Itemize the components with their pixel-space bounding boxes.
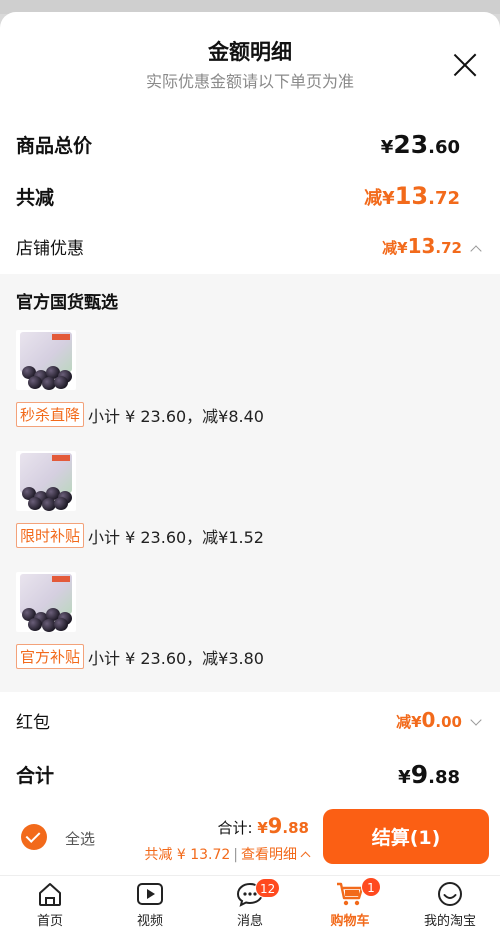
- goods-total-label: 商品总价: [16, 134, 93, 157]
- bar-discount[interactable]: 共减 ¥ 13.72 | 查看明细: [144, 844, 311, 864]
- total-row: 合计 ¥9.88: [0, 754, 500, 794]
- home-icon: [39, 883, 61, 906]
- total-discount-row: 共减 减¥13.72: [0, 176, 500, 216]
- list-item: 限时补贴 小计 ¥ 23.60，减¥1.52: [16, 451, 486, 548]
- tab-messages[interactable]: 12 消息: [200, 876, 300, 932]
- video-icon: [137, 883, 163, 905]
- product-thumbnail: [16, 330, 76, 390]
- total-label: 合计: [16, 764, 55, 787]
- promo-badge: 限时补贴: [16, 523, 85, 548]
- tab-label: 首页: [36, 914, 63, 929]
- tab-cart[interactable]: 1 购物车: [300, 876, 400, 932]
- tab-profile[interactable]: 我的淘宝: [400, 876, 500, 932]
- item-subtotal: 小计 ¥ 23.60，减¥8.40: [88, 406, 264, 426]
- tab-video[interactable]: 视频: [100, 876, 200, 932]
- cart-count-badge: 1: [361, 877, 381, 897]
- view-detail-link[interactable]: 查看明细: [241, 847, 297, 863]
- profile-icon: [438, 882, 462, 906]
- chevron-up-icon: [300, 851, 311, 862]
- checkout-button[interactable]: 结算(1): [323, 809, 489, 864]
- list-item: 官方补贴 小计 ¥ 23.60，减¥3.80: [16, 572, 486, 669]
- total-discount-label: 共减: [16, 186, 55, 209]
- total-discount-value: 减¥13.72: [364, 182, 460, 210]
- tab-label: 视频: [136, 914, 163, 929]
- sheet-title: 金额明细: [208, 40, 292, 64]
- item-subtotal: 小计 ¥ 23.60，减¥1.52: [88, 527, 264, 547]
- tab-label: 购物车: [330, 914, 370, 929]
- promo-badge: 秒杀直降: [16, 402, 85, 427]
- cart-icon: [337, 882, 364, 906]
- bottom-tab-bar: 首页 视频 12 消息 1 购物车 我的淘宝: [0, 875, 500, 932]
- chevron-down-icon: [470, 714, 482, 726]
- goods-total-value: ¥23.60: [380, 129, 460, 159]
- amount-detail-sheet: 金额明细 实际优惠金额请以下单页为准 商品总价 ¥23.60 共减 减¥13.7…: [0, 12, 500, 810]
- product-thumbnail: [16, 451, 76, 511]
- bar-total: 合计: ¥9.88: [217, 814, 309, 838]
- promo-badge: 官方补贴: [16, 644, 85, 669]
- store-discount-value: 减¥13.72: [382, 234, 484, 258]
- tab-label: 消息: [236, 914, 263, 929]
- select-all-checkbox[interactable]: [21, 824, 47, 850]
- store-discount-row[interactable]: 店铺优惠 减¥13.72: [0, 230, 500, 262]
- product-thumbnail: [16, 572, 76, 632]
- red-packet-row[interactable]: 红包 减¥0.00: [0, 704, 500, 736]
- message-count-badge: 12: [255, 878, 281, 898]
- sheet-subtitle: 实际优惠金额请以下单页为准: [145, 72, 354, 91]
- total-value: ¥9.88: [398, 759, 460, 789]
- tab-home[interactable]: 首页: [0, 876, 100, 932]
- red-packet-value: 减¥0.00: [396, 708, 484, 732]
- goods-total-row: 商品总价 ¥23.60: [0, 124, 500, 164]
- bar-discount-text: 共减 ¥ 13.72: [144, 847, 231, 863]
- red-packet-label: 红包: [16, 712, 50, 733]
- store-name: 官方国货甄选: [16, 293, 118, 313]
- list-item: 秒杀直降 小计 ¥ 23.60，减¥8.40: [16, 330, 486, 427]
- close-icon[interactable]: [452, 52, 478, 78]
- store-discount-label: 店铺优惠: [16, 238, 84, 259]
- select-all-label[interactable]: 全选: [65, 828, 95, 849]
- item-subtotal: 小计 ¥ 23.60，减¥3.80: [88, 648, 264, 668]
- checkout-bar: 全选 合计: ¥9.88 共减 ¥ 13.72 | 查看明细 结算(1): [0, 800, 500, 875]
- tab-label: 我的淘宝: [423, 914, 476, 929]
- store-detail-panel: 官方国货甄选 秒杀直降 小计 ¥ 23.60，减¥8.40 限时补贴 小计 ¥ …: [0, 274, 500, 692]
- chevron-up-icon: [470, 245, 482, 257]
